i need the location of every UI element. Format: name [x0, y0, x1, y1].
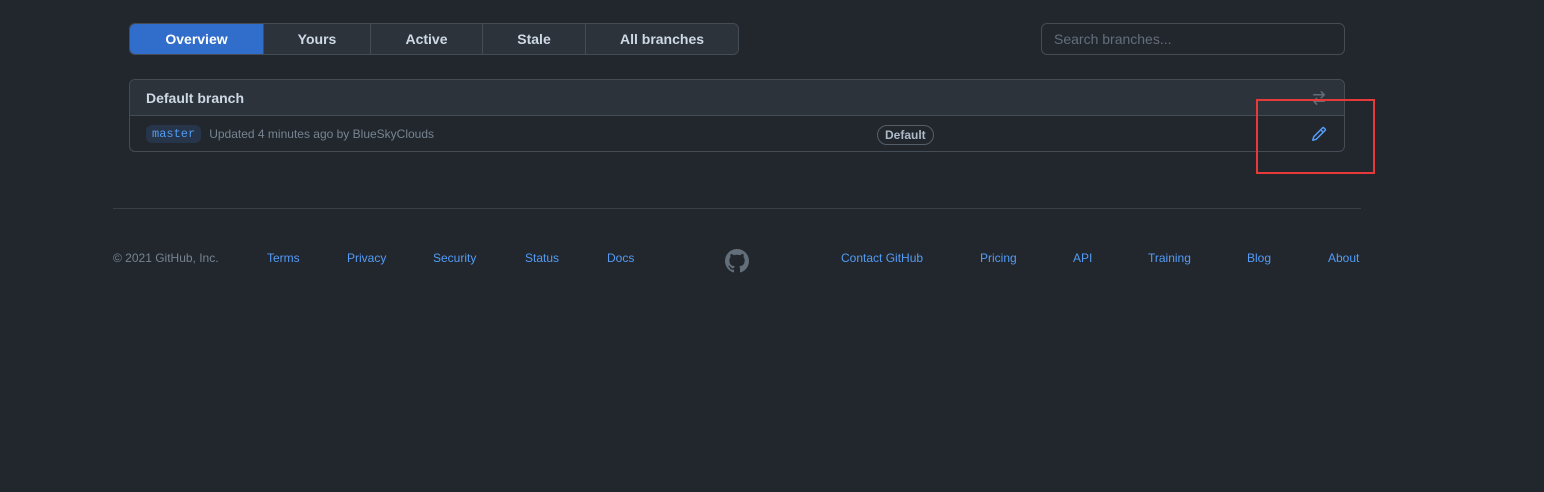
default-branch-title: Default branch [146, 89, 245, 106]
tab-overview[interactable]: Overview [130, 24, 264, 54]
branches-page: Overview Yours Active Stale All branches… [0, 0, 1544, 492]
tab-all-branches[interactable]: All branches [586, 24, 738, 54]
branch-row: master Updated 4 minutes ago by BlueSkyC… [130, 116, 1344, 151]
search-branches-input[interactable] [1041, 23, 1345, 55]
footer-link-training[interactable]: Training [1148, 251, 1191, 265]
footer-link-terms[interactable]: Terms [267, 251, 300, 265]
footer-link-status[interactable]: Status [525, 251, 559, 265]
default-badge: Default [877, 125, 934, 145]
footer-link-blog[interactable]: Blog [1247, 251, 1271, 265]
default-branch-box: Default branch master Updated 4 minutes … [129, 79, 1345, 152]
footer-link-api[interactable]: API [1073, 251, 1092, 265]
footer-link-privacy[interactable]: Privacy [347, 251, 386, 265]
branch-filter-tabs: Overview Yours Active Stale All branches [129, 23, 739, 55]
footer-link-pricing[interactable]: Pricing [980, 251, 1017, 265]
footer-link-docs[interactable]: Docs [607, 251, 634, 265]
footer-link-about[interactable]: About [1328, 251, 1359, 265]
github-mark-icon[interactable] [725, 249, 749, 273]
footer-link-contact-github[interactable]: Contact GitHub [841, 251, 923, 265]
tab-stale[interactable]: Stale [483, 24, 586, 54]
branch-name-link[interactable]: master [146, 124, 202, 143]
branch-updated-text: Updated 4 minutes ago by BlueSkyClouds [209, 126, 435, 141]
tab-yours[interactable]: Yours [264, 24, 371, 54]
tab-active[interactable]: Active [371, 24, 483, 54]
default-branch-header: Default branch [130, 80, 1344, 116]
footer-copyright: © 2021 GitHub, Inc. [113, 251, 219, 265]
highlight-annotation-box [1256, 99, 1375, 174]
footer-divider [113, 208, 1361, 209]
footer-link-security[interactable]: Security [433, 251, 476, 265]
